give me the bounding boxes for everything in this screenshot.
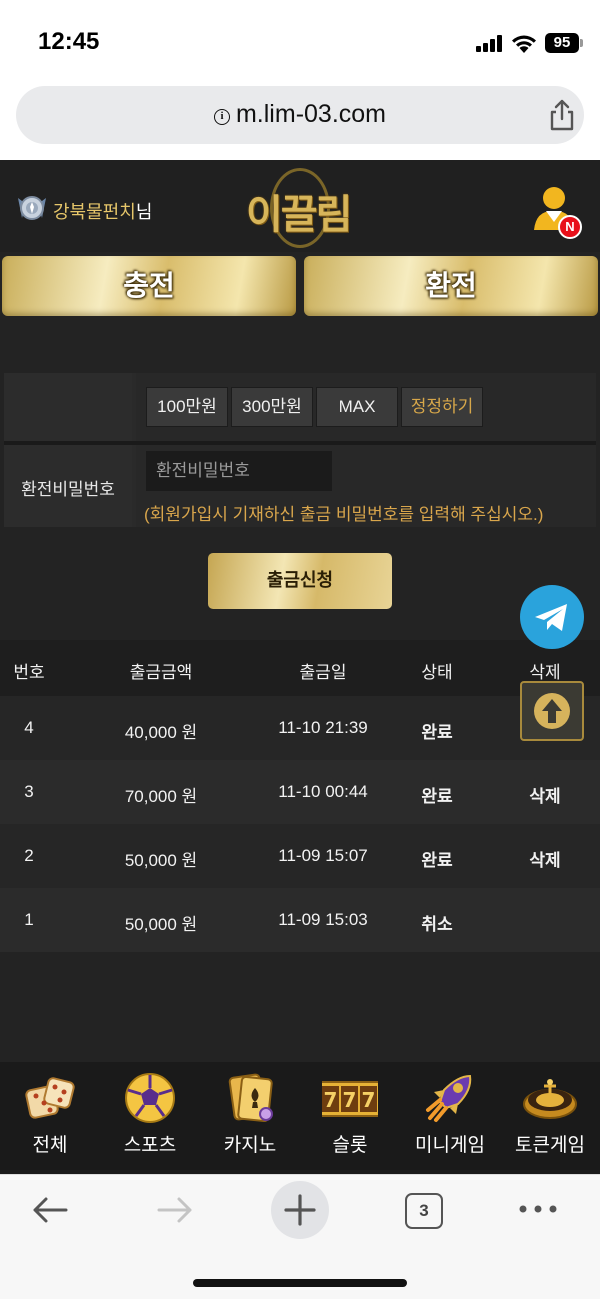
roulette-icon (523, 1079, 577, 1119)
wifi-icon (512, 35, 536, 53)
delete-button[interactable]: 삭제 (529, 846, 560, 871)
cell-amount: 50,000 원 (124, 915, 198, 934)
amount-reset-button[interactable]: 정정하기 (401, 387, 483, 427)
info-icon: i (213, 109, 230, 125)
nav-item-all[interactable]: 전체 (0, 1062, 100, 1174)
cell-date: 11-10 21:39 (278, 718, 368, 737)
withdraw-request-button[interactable]: 출금신청 (208, 553, 392, 609)
cell-status: 취소 (421, 915, 453, 934)
playing-cards-icon (228, 1073, 273, 1123)
site-header: 강북물펀치님 이끌림 N (0, 160, 600, 252)
nav-item-sports[interactable]: 스포츠 (100, 1062, 200, 1174)
table-row: 2 50,000 원 11-09 15:07 완료 삭제 (0, 824, 600, 888)
user-greeting: 강북물펀치님 (53, 198, 152, 224)
site-content: 강북물펀치님 이끌림 N 충전 환전 100만원 300만원 MAX 정정하기 … (0, 160, 600, 1174)
amount-label-cell (4, 373, 132, 441)
cellular-signal-icon (476, 34, 502, 52)
withdraw-password-input[interactable] (146, 451, 332, 491)
cell-date: 11-09 15:03 (278, 910, 368, 929)
nav-item-minigame[interactable]: 미니게임 (400, 1062, 500, 1174)
forward-arrow-icon[interactable] (155, 1195, 195, 1225)
header-delete: 삭제 (529, 663, 561, 682)
dice-icon (25, 1077, 75, 1119)
cell-no: 1 (24, 910, 34, 929)
battery-cap (580, 39, 583, 47)
charge-button[interactable]: 충전 (2, 256, 296, 316)
amount-row: 100만원 300만원 MAX 정정하기 (4, 373, 596, 441)
cell-date: 11-10 00:44 (278, 782, 368, 801)
cell-amount: 50,000 원 (124, 851, 198, 870)
password-label: 환전비밀번호 (21, 480, 115, 499)
delete-button[interactable]: 삭제 (529, 782, 560, 807)
cell-no: 3 (24, 782, 34, 801)
svg-text:7: 7 (362, 1088, 376, 1112)
slot-777-icon: 7 7 7 (322, 1081, 378, 1117)
password-row: 환전비밀번호 (회원가입시 기재하신 출금 비밀번호를 입력해 주십시오.) (4, 445, 596, 527)
status-time: 12:45 (38, 28, 100, 55)
soccer-ball-icon (125, 1073, 175, 1123)
arrow-up-icon (534, 693, 570, 729)
nav-item-slots[interactable]: 7 7 7 슬롯 (300, 1062, 400, 1174)
address-bar[interactable]: i m.lim-03.com (16, 86, 584, 144)
password-label-cell: 환전비밀번호 (4, 445, 132, 527)
more-options-icon[interactable] (518, 1199, 558, 1219)
table-row: 3 70,000 원 11-10 00:44 완료 삭제 (0, 760, 600, 824)
nav-label: 스포츠 (123, 1135, 177, 1156)
browser-toolbar: 3 (0, 1174, 600, 1299)
table-row: 1 50,000 원 11-09 15:03 취소 (0, 888, 600, 952)
rocket-icon (426, 1074, 472, 1122)
rank-badge-icon (18, 196, 46, 220)
cell-amount: 70,000 원 (124, 787, 198, 806)
tab-switcher-button[interactable]: 3 (405, 1193, 443, 1229)
table-row: 4 40,000 원 11-10 21:39 완료 (0, 696, 600, 760)
new-tab-button[interactable] (271, 1181, 329, 1239)
site-logo[interactable]: 이끌림 (240, 168, 360, 248)
cell-amount: 40,000 원 (124, 723, 198, 742)
telegram-icon (535, 604, 567, 631)
cell-status: 완료 (421, 851, 453, 870)
header-status: 상태 (421, 663, 453, 682)
nav-item-casino[interactable]: 카지노 (200, 1062, 300, 1174)
svg-text:7: 7 (324, 1088, 338, 1112)
header-date: 출금일 (299, 663, 347, 682)
logo-text: 이끌림 (246, 192, 352, 238)
url-value: m.lim-03.com (235, 100, 386, 128)
scroll-top-button[interactable] (520, 681, 584, 741)
nav-label: 카지노 (223, 1135, 277, 1156)
cell-date: 11-09 15:07 (278, 846, 368, 865)
nav-label: 미니게임 (415, 1135, 485, 1156)
plus-icon (284, 1194, 316, 1226)
home-indicator (193, 1279, 407, 1287)
amount-value-cell: 100만원 300만원 MAX 정정하기 (136, 373, 596, 441)
user-nickname: 강북물펀치 (53, 202, 136, 222)
cell-no: 2 (24, 846, 34, 865)
amount-100-button[interactable]: 100만원 (146, 387, 228, 427)
password-value-cell: (회원가입시 기재하신 출금 비밀번호를 입력해 주십시오.) (136, 445, 596, 527)
telegram-button[interactable] (520, 585, 584, 649)
game-category-nav: 전체 스포츠 카지노 7 7 7 슬롯 미니게임 토큰게임 (0, 1062, 600, 1174)
amount-300-button[interactable]: 300만원 (231, 387, 313, 427)
nav-label: 전체 (32, 1135, 68, 1156)
exchange-button[interactable]: 환전 (304, 256, 598, 316)
svg-text:7: 7 (343, 1088, 357, 1112)
password-hint: (회원가입시 기재하신 출금 비밀번호를 입력해 주십시오.) (144, 505, 544, 524)
cell-no: 4 (24, 718, 34, 737)
url-text: i m.lim-03.com (16, 100, 584, 129)
cell-status: 완료 (421, 723, 453, 742)
back-arrow-icon[interactable] (30, 1195, 70, 1225)
notification-badge: N (558, 215, 582, 239)
share-icon[interactable] (546, 98, 578, 132)
nav-label: 토큰게임 (515, 1135, 585, 1156)
cell-status: 완료 (421, 787, 453, 806)
nav-label: 슬롯 (332, 1135, 368, 1156)
amount-max-button[interactable]: MAX (316, 387, 398, 427)
battery-level: 95 (545, 33, 579, 53)
nav-item-token-game[interactable]: 토큰게임 (500, 1062, 600, 1174)
status-bar: 12:45 95 (0, 0, 600, 80)
user-suffix: 님 (135, 202, 153, 222)
table-header: 번호 출금금액 출금일 상태 삭제 (0, 640, 600, 696)
header-amount: 출금금액 (129, 663, 193, 682)
header-no: 번호 (13, 663, 45, 682)
